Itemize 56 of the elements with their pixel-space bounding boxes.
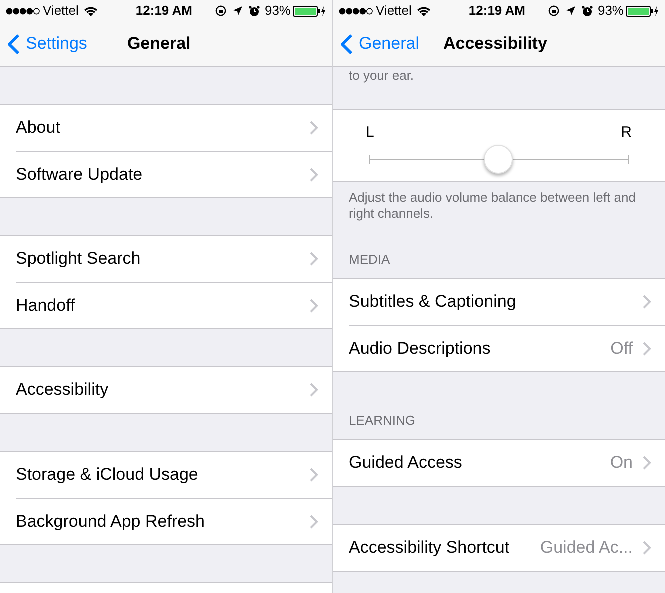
signal-icon: [6, 8, 40, 14]
chevron-icon: [643, 295, 652, 309]
footer-text: Adjust the audio volume balance between left and right channels.: [349, 190, 637, 222]
back-button[interactable]: Settings: [0, 31, 88, 57]
chevron-icon: [310, 168, 319, 182]
footer-text: to your ear.: [349, 68, 416, 84]
back-chevron-icon: [8, 34, 20, 54]
settings-row[interactable]: Accessibility Shortcut Guided Ac...: [333, 525, 665, 571]
location-icon: [566, 6, 576, 16]
settings-row[interactable]: Audio Descriptions Off: [349, 325, 665, 371]
settings-row[interactable]: About: [0, 105, 332, 151]
chevron-icon: [310, 383, 319, 397]
settings-row[interactable]: Handoff: [16, 282, 332, 328]
row-value: On: [610, 452, 633, 474]
back-chevron-icon: [341, 34, 353, 54]
battery-percent: 93%: [264, 2, 291, 20]
chevron-icon: [310, 252, 319, 266]
alarm-icon: [582, 6, 593, 16]
section-header: MEDIA: [349, 252, 390, 267]
chevron-icon: [310, 468, 319, 482]
slider-thumb[interactable]: [484, 144, 513, 174]
status-time: 12:19 AM: [136, 2, 193, 20]
chevron-icon: [310, 121, 319, 135]
status-time: 12:19 AM: [468, 2, 526, 20]
chevron-icon: [310, 514, 319, 528]
battery-percent: 93%: [598, 2, 624, 20]
settings-row[interactable]: Spotlight Search: [0, 236, 332, 282]
chevron-icon: [643, 342, 652, 356]
wifi-icon: [84, 6, 98, 16]
right-label: R: [621, 123, 632, 143]
settings-row[interactable]: Software Update: [16, 151, 332, 197]
settings-row[interactable]: Subtitles & Captioning: [333, 279, 665, 325]
screen-title: Accessibility: [443, 33, 548, 56]
carrier-name: Viettel: [376, 2, 412, 20]
rotation-lock-icon: [548, 5, 560, 17]
settings-row[interactable]: Guided Access On: [333, 440, 665, 486]
battery-charging-icon: [293, 6, 326, 16]
chevron-icon: [310, 298, 319, 312]
back-button[interactable]: General: [333, 31, 420, 57]
alarm-icon: [248, 6, 260, 16]
chevron-icon: [643, 541, 652, 555]
row-value: Guided Ac...: [540, 537, 633, 560]
settings-row[interactable]: Background App Refresh: [16, 498, 332, 544]
left-label: L: [366, 123, 374, 143]
screen-title: General: [127, 33, 191, 56]
chevron-icon: [643, 456, 652, 470]
rotation-lock-icon: [214, 5, 227, 17]
signal-icon: [339, 8, 373, 14]
settings-row[interactable]: Storage & iCloud Usage: [0, 452, 332, 498]
section-header: LEARNING: [349, 413, 416, 428]
carrier-name: Viettel: [43, 2, 79, 20]
row-value: Off: [610, 338, 633, 360]
settings-row[interactable]: Accessibility: [0, 367, 332, 413]
battery-charging-icon: [626, 6, 659, 16]
wifi-icon: [416, 6, 431, 16]
location-icon: [232, 6, 243, 16]
